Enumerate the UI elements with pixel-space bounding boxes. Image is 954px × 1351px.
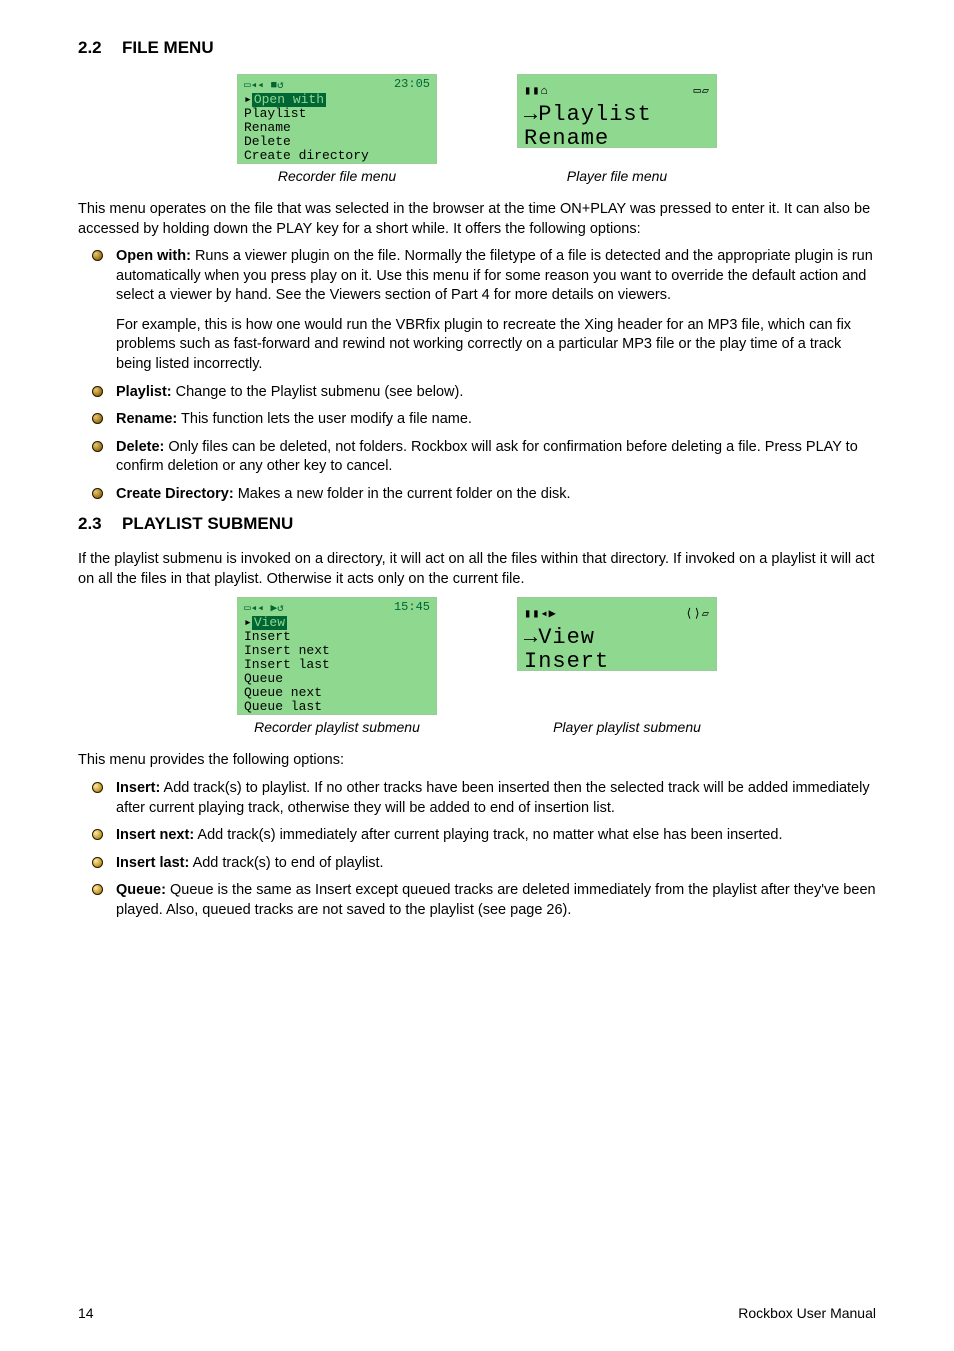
bullet-rename: Rename: This function lets the user modi… xyxy=(78,410,876,430)
bullet-text: Makes a new folder in the current folder… xyxy=(234,486,571,502)
para-22-intro: This menu operates on the file that was … xyxy=(78,200,876,239)
page-number: 14 xyxy=(78,1305,94,1321)
heading-2-3-num: 2.3 xyxy=(78,514,122,534)
bullet-text: Queue is the same as Insert except queue… xyxy=(116,882,876,918)
heading-2-3: 2.3PLAYLIST SUBMENU xyxy=(78,514,876,534)
heading-2-2-title: FILE MENU xyxy=(122,38,214,57)
bullet-label: Insert: xyxy=(116,780,160,796)
bullet-label: Rename: xyxy=(116,411,177,427)
lcd-player-icons-left: ▮▮◂▶ xyxy=(524,602,557,626)
caption-player: Player file menu xyxy=(517,168,717,184)
lcd-clock: 23:05 xyxy=(394,77,430,91)
figure-1: 23:05 ▭◂◂ ■↺ ▸Open with Playlist Rename … xyxy=(78,74,876,164)
bullet-label: Queue: xyxy=(116,882,166,898)
bullet-text: Only files can be deleted, not folders. … xyxy=(116,439,858,475)
lcd-recorder-playlist-submenu: 15:45 ▭◂◂ ▶↺ ▸View Insert Insert next In… xyxy=(237,597,437,715)
lcd-player-file-menu: ▮▮⌂ ▭▱ →Playlist Rename xyxy=(517,74,717,148)
bullet-playlist: Playlist: Change to the Playlist submenu… xyxy=(78,383,876,403)
bullet-label: Open with: xyxy=(116,248,191,264)
bullet-text: Runs a viewer plugin on the file. Normal… xyxy=(116,248,873,303)
bullet-label: Delete: xyxy=(116,439,164,455)
bullet-insert: Insert: Add track(s) to playlist. If no … xyxy=(78,779,876,818)
lcd-line: ▸View xyxy=(244,616,430,630)
lcd-player-line2: Rename xyxy=(524,127,710,151)
para-23-intro: If the playlist submenu is invoked on a … xyxy=(78,550,876,589)
lcd-line: Create directory xyxy=(244,149,430,163)
caption-recorder: Recorder file menu xyxy=(237,168,437,184)
bullet-queue: Queue: Queue is the same as Insert excep… xyxy=(78,881,876,920)
caption-player: Player playlist submenu xyxy=(527,719,727,735)
heading-2-3-title: PLAYLIST SUBMENU xyxy=(122,514,293,533)
bullet-text: Add track(s) to playlist. If no other tr… xyxy=(116,780,870,816)
lcd-line: Queue next xyxy=(244,686,430,700)
lcd-player-line2: Insert xyxy=(524,650,710,674)
figure-2-captions: Recorder playlist submenu Player playlis… xyxy=(78,719,876,735)
heading-2-2: 2.2FILE MENU xyxy=(78,38,876,58)
page-footer: 14 Rockbox User Manual xyxy=(78,1305,876,1321)
lcd-player-icons-left: ▮▮⌂ xyxy=(524,79,549,103)
bullet-label: Create Directory: xyxy=(116,486,234,502)
lcd-line: Playlist xyxy=(244,107,430,121)
footer-title: Rockbox User Manual xyxy=(738,1305,876,1321)
lcd-clock: 15:45 xyxy=(394,600,430,614)
bullet-create-directory: Create Directory: Makes a new folder in … xyxy=(78,485,876,505)
lcd-line: Rename xyxy=(244,121,430,135)
lcd-player-icons-right: ⟨⟩▱ xyxy=(685,602,710,626)
lcd-line: Queue last xyxy=(244,700,430,714)
lcd-line: Queue xyxy=(244,672,430,686)
lcd-recorder-file-menu: 23:05 ▭◂◂ ■↺ ▸Open with Playlist Rename … xyxy=(237,74,437,164)
lcd-selected-item: View xyxy=(252,616,287,630)
bullet-label: Insert last: xyxy=(116,855,189,871)
bullet-text: Change to the Playlist submenu (see belo… xyxy=(172,384,464,400)
bullet-text: This function lets the user modify a fil… xyxy=(177,411,472,427)
bullet-delete: Delete: Only files can be deleted, not f… xyxy=(78,438,876,477)
bullet-insert-next: Insert next: Add track(s) immediately af… xyxy=(78,826,876,846)
lcd-line: Insert last xyxy=(244,658,430,672)
lcd-player-playlist-submenu: ▮▮◂▶ ⟨⟩▱ →View Insert xyxy=(517,597,717,671)
bullet-open-with: Open with: Runs a viewer plugin on the f… xyxy=(78,247,876,374)
heading-2-2-num: 2.2 xyxy=(78,38,122,58)
lcd-player-icons-right: ▭▱ xyxy=(694,79,710,103)
bullet-label: Insert next: xyxy=(116,827,194,843)
lcd-player-line1: →Playlist xyxy=(524,103,710,127)
bullet-insert-last: Insert last: Add track(s) to end of play… xyxy=(78,854,876,874)
lcd-line: Insert next xyxy=(244,644,430,658)
lcd-line: ▸Open with xyxy=(244,93,430,107)
para-23-after: This menu provides the following options… xyxy=(78,751,876,771)
caption-recorder: Recorder playlist submenu xyxy=(227,719,447,735)
lcd-line: Insert xyxy=(244,630,430,644)
bullet-open-with-sub: For example, this is how one would run t… xyxy=(116,316,876,375)
bullet-label: Playlist: xyxy=(116,384,172,400)
bullets-22: Open with: Runs a viewer plugin on the f… xyxy=(78,247,876,504)
lcd-line: Delete xyxy=(244,135,430,149)
bullets-23: Insert: Add track(s) to playlist. If no … xyxy=(78,779,876,920)
lcd-player-line1: →View xyxy=(524,626,710,650)
lcd-selected-item: Open with xyxy=(252,93,326,107)
bullet-text: Add track(s) to end of playlist. xyxy=(189,855,383,871)
bullet-text: Add track(s) immediately after current p… xyxy=(194,827,782,843)
figure-2: 15:45 ▭◂◂ ▶↺ ▸View Insert Insert next In… xyxy=(78,597,876,715)
figure-1-captions: Recorder file menu Player file menu xyxy=(78,168,876,184)
